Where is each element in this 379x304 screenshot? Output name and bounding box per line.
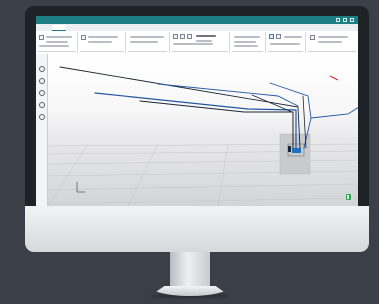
rotate-icon[interactable] [187,34,192,39]
ribbon-button[interactable] [234,41,256,43]
title-bar [36,16,358,24]
group-caption [232,51,263,52]
window-title [96,16,296,24]
ribbon-button[interactable] [196,40,212,42]
group-caption [172,51,227,52]
ribbon-button[interactable] [196,35,216,37]
pan-icon[interactable] [39,102,45,108]
axis-triad-icon [76,182,85,193]
ribbon-button[interactable] [46,36,72,38]
monitor-chin [25,206,369,252]
ribbon-button[interactable] [88,36,118,38]
tab-results[interactable] [86,25,100,30]
zoom-icon[interactable] [39,90,45,96]
3d-viewport[interactable] [48,54,358,206]
ribbon-tabs [36,24,358,31]
ribbon-button[interactable] [270,43,300,45]
ribbon-group-3 [126,32,170,53]
settings-icon[interactable] [39,114,45,120]
ribbon-group-4 [170,32,230,53]
view-toolbar [36,54,48,206]
filter-icon[interactable] [276,34,281,39]
ribbon-button[interactable] [173,43,213,45]
ribbon-toolbar [36,31,358,54]
maximize-icon[interactable] [343,18,347,22]
copy-icon[interactable] [180,34,185,39]
desktop-background [0,0,379,304]
tab-view[interactable] [103,25,113,30]
ribbon-button[interactable] [46,41,68,43]
group-caption [38,51,75,52]
group-caption [80,51,123,52]
group-caption [128,51,167,52]
monitor-stand [170,252,210,288]
layers-icon[interactable] [310,35,315,40]
group-caption [308,51,356,52]
pipe-end-red[interactable] [329,75,339,81]
minimize-icon[interactable] [336,18,340,22]
app-window [36,16,358,206]
ribbon-button[interactable] [39,45,69,47]
ribbon-button[interactable] [234,36,260,38]
select-icon[interactable] [269,34,274,39]
view-front-icon[interactable] [39,66,45,72]
ribbon-button[interactable] [130,36,164,38]
pipe-icon[interactable] [81,35,86,40]
pipe-network[interactable] [59,66,358,149]
ribbon-group-6 [266,32,306,53]
ribbon-group-7 [306,32,358,53]
move-icon[interactable] [173,34,178,39]
ribbon-button[interactable] [88,41,112,43]
ribbon-button[interactable] [234,45,258,47]
ribbon-button[interactable] [130,41,158,43]
close-icon[interactable] [350,18,354,22]
tab-file[interactable] [39,25,49,30]
ribbon-group-2 [78,32,126,53]
new-icon[interactable] [39,35,44,40]
scene-drawing [48,66,358,206]
connector-box[interactable] [292,148,301,153]
floor-grid [48,143,358,206]
ribbon-group-5 [230,32,266,53]
monitor [25,6,369,252]
ribbon-group-1 [36,32,78,53]
view-rotate-icon[interactable] [39,78,45,84]
ribbon-button[interactable] [284,36,302,38]
ribbon-button[interactable] [318,41,342,43]
status-green-icon[interactable] [346,194,351,200]
group-caption [268,51,303,52]
ribbon [36,24,358,54]
ribbon-button[interactable] [318,36,348,38]
tab-calculation[interactable] [69,25,83,30]
